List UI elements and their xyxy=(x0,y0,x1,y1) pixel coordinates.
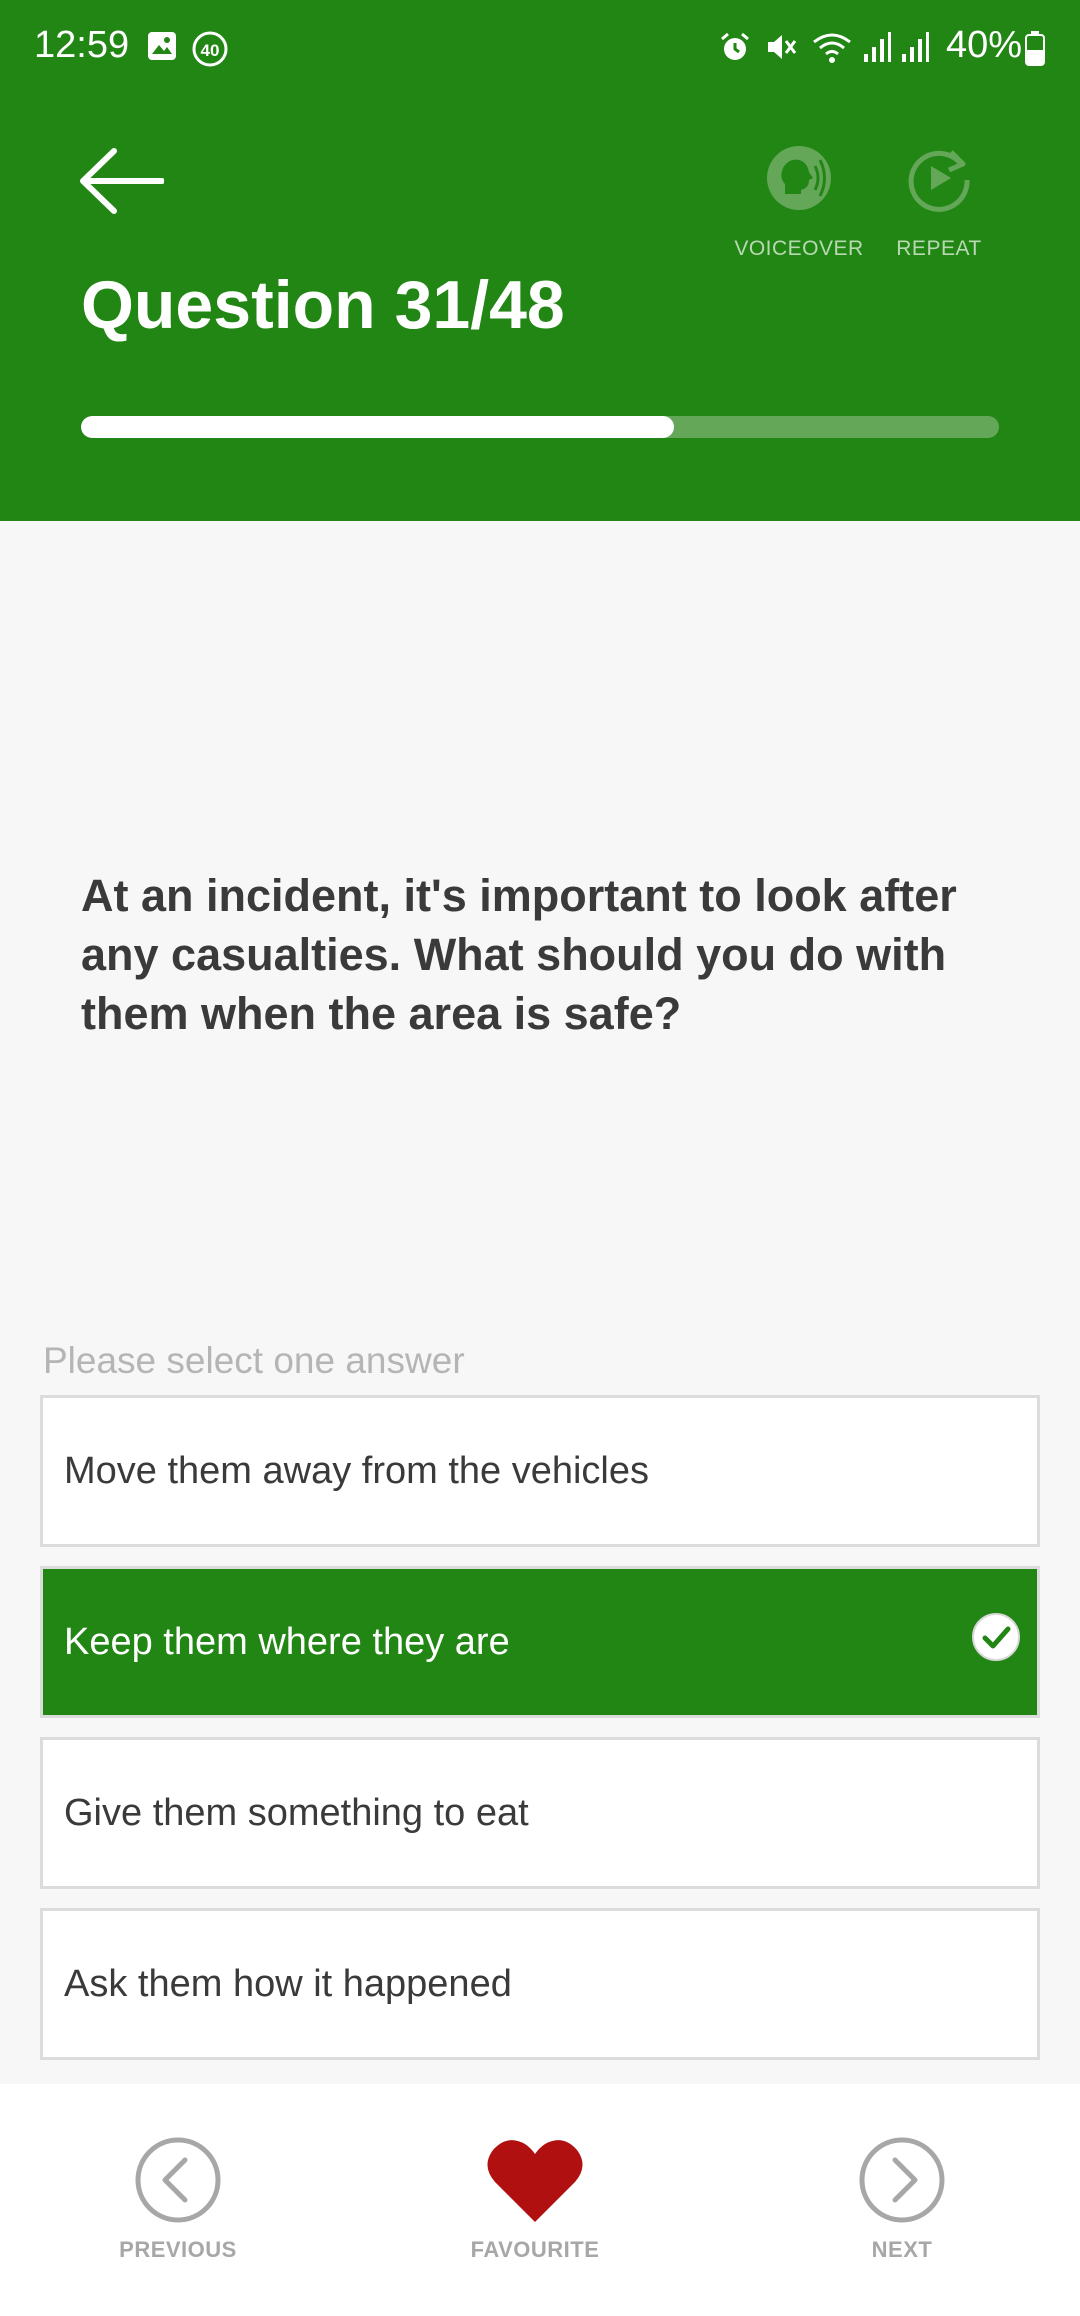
voiceover-button[interactable]: VOICEOVER xyxy=(729,144,869,261)
answer-label: Keep them where they are xyxy=(64,1620,510,1663)
svg-text:40: 40 xyxy=(201,41,220,60)
heart-icon xyxy=(485,2140,585,2228)
answer-label: Move them away from the vehicles xyxy=(64,1449,650,1492)
answer-option-selected[interactable]: Keep them where they are xyxy=(40,1566,1040,1718)
answer-option[interactable]: Give them something to eat xyxy=(40,1737,1040,1889)
page-title: Question 31/48 xyxy=(81,267,565,343)
answer-prompt: Please select one answer xyxy=(43,1340,465,1381)
battery-percent: 40% xyxy=(946,24,1023,66)
repeat-button[interactable]: REPEAT xyxy=(869,144,1009,261)
bottom-nav: PREVIOUS FAVOURITE NEXT xyxy=(0,2084,1080,2316)
image-icon xyxy=(146,30,178,67)
check-icon xyxy=(971,1612,1021,1672)
favourite-button[interactable]: FAVOURITE xyxy=(425,2136,645,2263)
voiceover-icon xyxy=(765,146,833,216)
alarm-icon xyxy=(718,30,752,69)
status-bar: 12:59 40 40% xyxy=(0,0,1080,96)
answer-label: Ask them how it happened xyxy=(64,1962,512,2005)
chevron-right-icon xyxy=(858,2137,946,2228)
wifi-icon xyxy=(810,30,854,71)
answer-option[interactable]: Ask them how it happened xyxy=(40,1908,1040,2060)
back-arrow-icon[interactable] xyxy=(78,146,165,216)
chevron-left-icon xyxy=(134,2137,222,2228)
previous-button[interactable]: PREVIOUS xyxy=(68,2136,288,2263)
signal-icon xyxy=(900,30,930,69)
answer-option[interactable]: Move them away from the vehicles xyxy=(40,1395,1040,1547)
progress-bar xyxy=(81,416,999,438)
favourite-label: FAVOURITE xyxy=(470,2237,600,2262)
repeat-icon xyxy=(905,150,973,216)
battery-icon xyxy=(1024,30,1046,71)
next-button[interactable]: NEXT xyxy=(792,2136,1012,2263)
question-text: At an incident, it's important to look a… xyxy=(81,870,957,1039)
header: 12:59 40 40% VOICEOVER REPEAT Question 3… xyxy=(0,0,1080,521)
next-label: NEXT xyxy=(871,2237,933,2262)
answer-label: Give them something to eat xyxy=(64,1791,529,1834)
previous-label: PREVIOUS xyxy=(119,2237,237,2262)
progress-fill xyxy=(81,416,674,438)
notification-badge-icon: 40 xyxy=(190,30,230,73)
mute-icon xyxy=(764,30,798,69)
status-time: 12:59 xyxy=(34,24,130,66)
voiceover-label: VOICEOVER xyxy=(734,237,864,260)
repeat-label: REPEAT xyxy=(896,237,982,260)
signal-icon xyxy=(862,30,892,69)
